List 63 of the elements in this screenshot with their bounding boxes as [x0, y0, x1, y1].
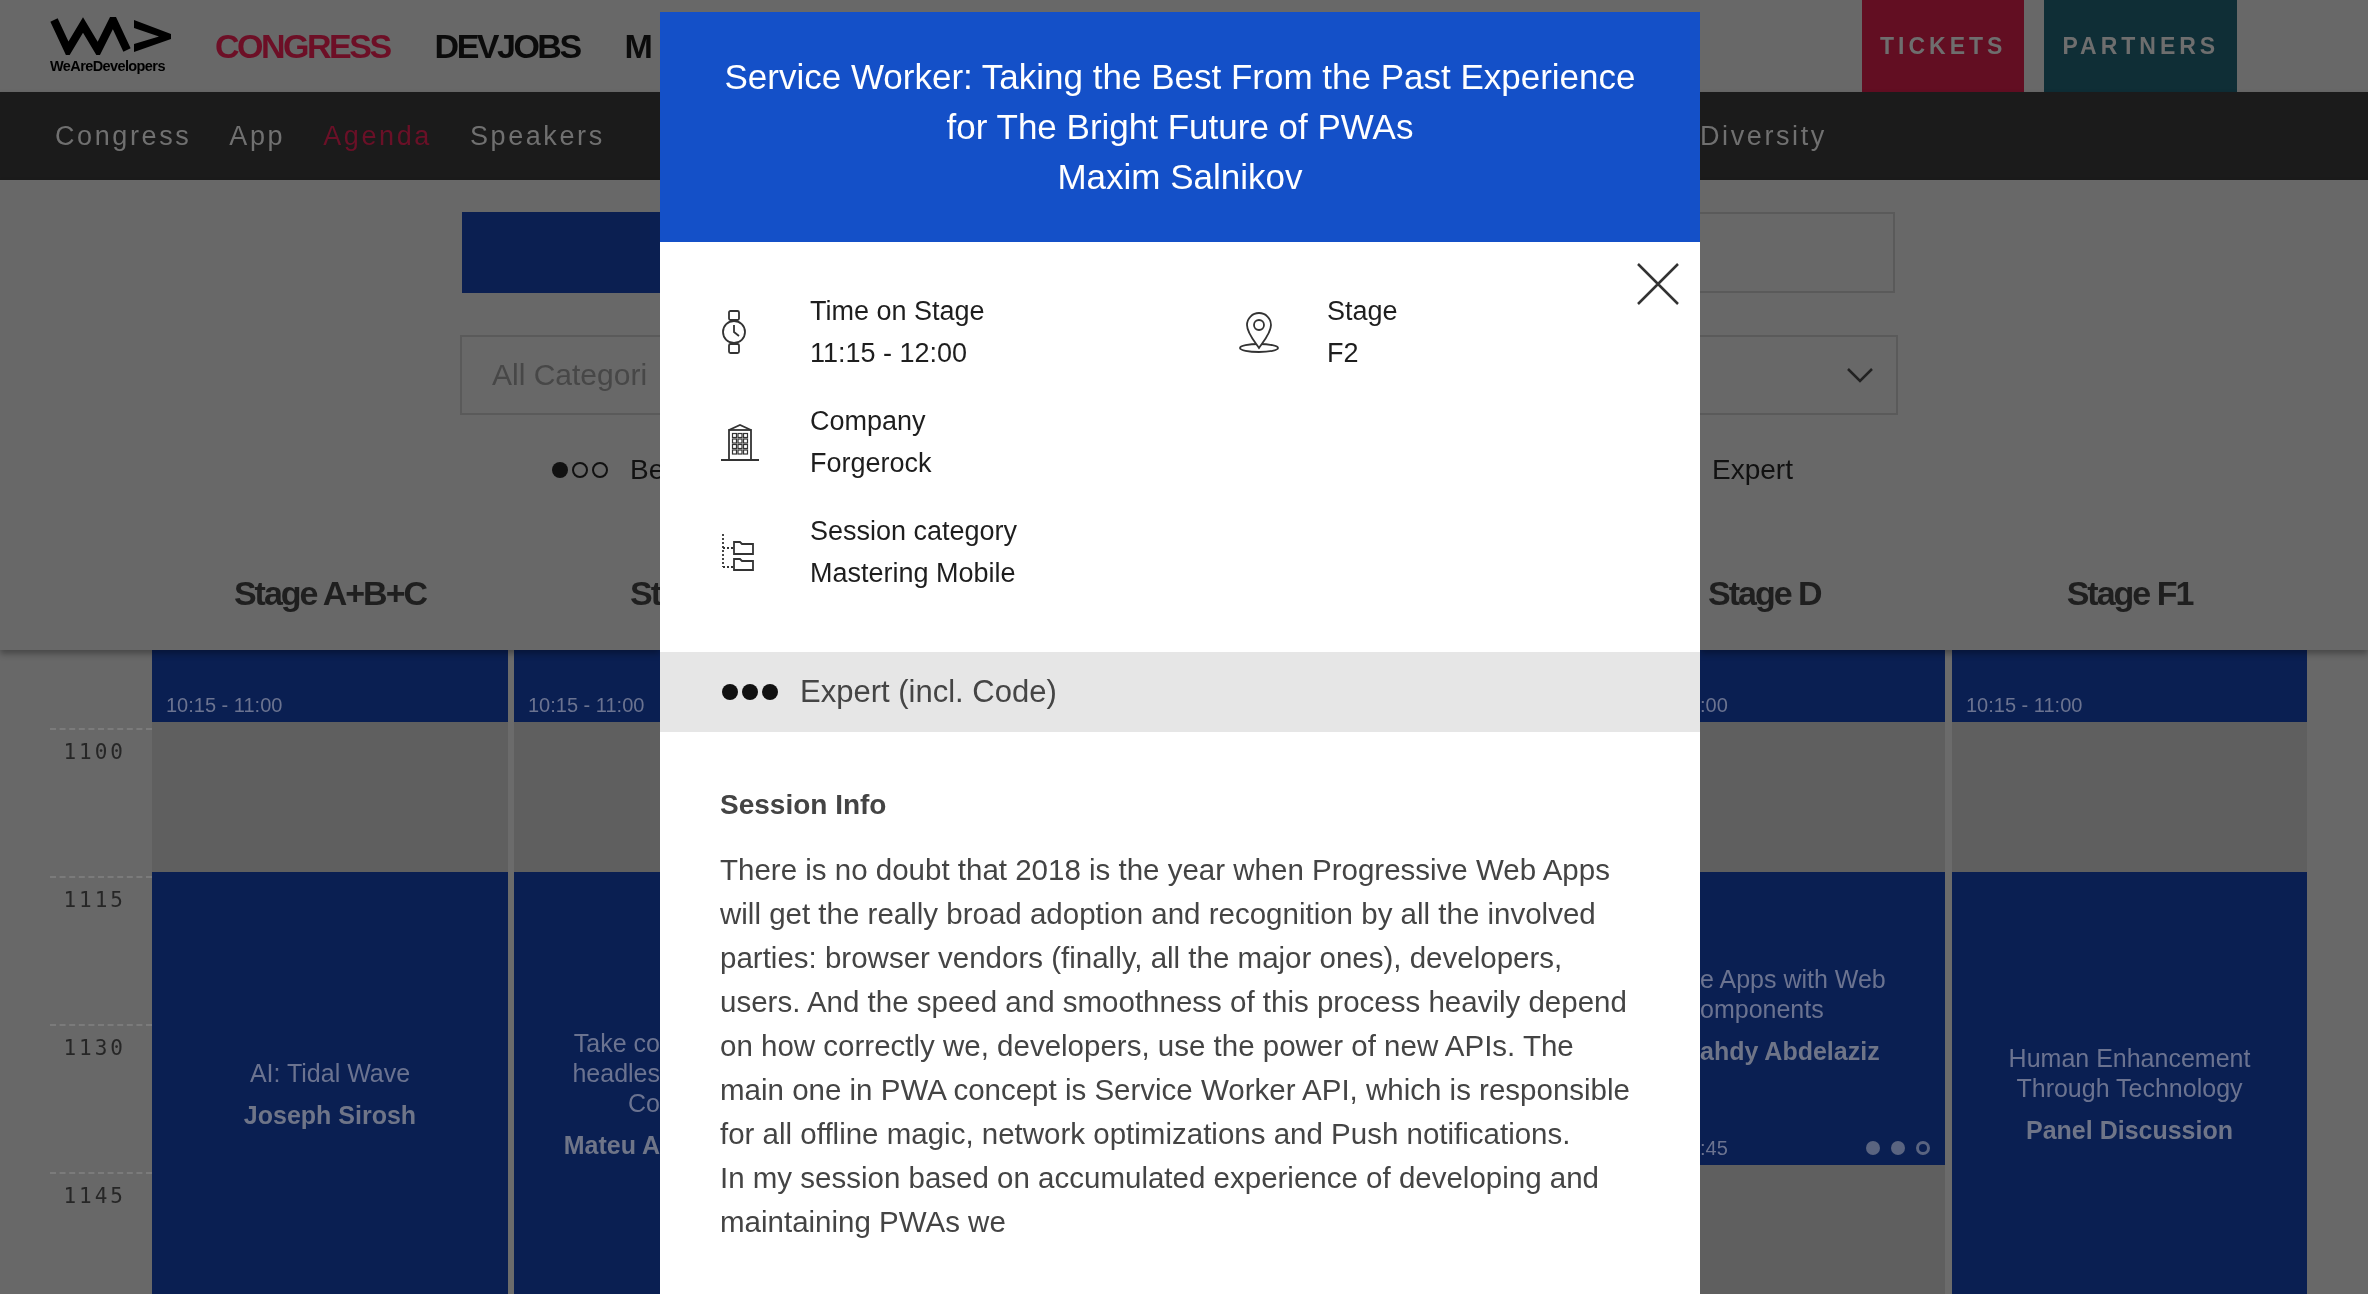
detail-value: Forgerock: [810, 447, 932, 480]
section-heading: Session Info: [720, 788, 888, 822]
stage-heading: Stage A+B+C: [232, 573, 428, 613]
level-label: Expert: [1712, 454, 1793, 486]
logo-text: WeAreDevelopers: [50, 58, 165, 75]
watch-icon: [720, 310, 748, 354]
detail-label: Stage: [1327, 295, 1398, 328]
brand-link[interactable]: M: [624, 26, 651, 66]
detail-value: Mastering Mobile: [810, 557, 1017, 590]
session-time: 10:15 - 11:00: [528, 692, 645, 717]
chevron-down-icon: [1846, 367, 1874, 383]
detail-label: Time on Stage: [810, 295, 985, 328]
detail-label: Company: [810, 405, 927, 438]
session-title: AI: Tidal Wave: [249, 1058, 411, 1088]
session-time: 10:15 - 11:00: [166, 692, 283, 717]
session-title: Take co headles Co: [572, 1028, 660, 1118]
map-pin-icon: [1237, 310, 1281, 354]
speaker-name: Joseph Sirosh: [243, 1100, 417, 1130]
stage-heading: Stage F1: [2065, 573, 2194, 613]
close-button[interactable]: [1636, 262, 1680, 306]
brand-link[interactable]: CONGRESS: [215, 26, 390, 66]
dialog-title: Service Worker: Taking the Best From the Past Experience for The Bright Future of PWAs: [723, 56, 1637, 148]
detail-value: F2: [1327, 337, 1360, 370]
session-time: :00: [1700, 692, 1728, 717]
session-block[interactable]: :00: [1700, 650, 1945, 722]
session-block[interactable]: 10:15 - 11:00: [1952, 650, 2307, 722]
speaker-name: Panel Discussion: [2026, 1115, 2233, 1145]
time-label: 1100: [63, 740, 126, 764]
session-block[interactable]: 10:15 - 11:00: [152, 650, 508, 722]
session-title: e Apps with Web omponents: [1700, 963, 1886, 1024]
stage-heading: Stage D: [1707, 573, 1822, 613]
stage-heading: St: [629, 573, 660, 613]
time-label: 1145: [63, 1184, 126, 1208]
speaker-name: Maxim Salnikov: [1056, 156, 1304, 198]
session-description: In my session based on accumulated experience of developing and maintaining PWAs we: [720, 1160, 1600, 1240]
speaker-name: Mateu A: [563, 1130, 660, 1160]
header-button[interactable]: PARTNERS: [2044, 0, 2238, 92]
header-button[interactable]: TICKETS: [1862, 0, 2025, 92]
time-label: 1115: [63, 888, 126, 912]
session-time: 10:15 - 11:00: [1966, 692, 2083, 717]
session-block[interactable]: 10:15 - 11:00: [514, 650, 660, 722]
nav-link[interactable]: Congress: [55, 120, 192, 152]
brand-link[interactable]: DEVJOBS: [434, 26, 580, 66]
level-label: Expert (incl. Code): [800, 674, 1057, 710]
session-block[interactable]: AI: Tidal Wave Joseph Sirosh: [152, 872, 508, 1294]
speaker-name: ahdy Abdelaziz: [1700, 1035, 1880, 1066]
toggle-button[interactable]: [462, 212, 660, 293]
session-block[interactable]: e Apps with Web omponents ahdy Abdelaziz :45: [1700, 872, 1945, 1165]
logo-icon: [50, 17, 172, 55]
session-description: There is no doubt that 2018 is the year when Progressive Web Apps will get the really broad adoption and recognition by all the involved parties: browser vendors (finally, all the major ones), developers, users. And the speed and smoothness of this process heavily depend on how correctly we, developers, use the power of new APIs. The main one in PWA concept is Service Worker API, which is responsible for all offline magic, network optimizations and Push notifications.: [720, 852, 1631, 1152]
time-label: 1130: [63, 1036, 126, 1060]
session-block[interactable]: Take co headles Co Mateu A: [514, 872, 660, 1294]
close-icon: [1636, 262, 1680, 306]
session-title: Human Enhancement Through Technology: [2007, 1043, 2252, 1103]
nav-link[interactable]: Diversity: [1700, 120, 1827, 152]
detail-label: Session category: [810, 515, 1018, 548]
session-time: :45: [1700, 1135, 1728, 1160]
nav-link[interactable]: Speakers: [469, 120, 605, 152]
hierarchy-icon: [720, 532, 756, 572]
building-icon: [720, 422, 760, 462]
session-block[interactable]: Human Enhancement Through Technology Panel Discussion: [1952, 872, 2307, 1294]
nav-link[interactable]: App: [229, 120, 286, 152]
detail-value: 11:15 - 12:00: [810, 337, 969, 370]
